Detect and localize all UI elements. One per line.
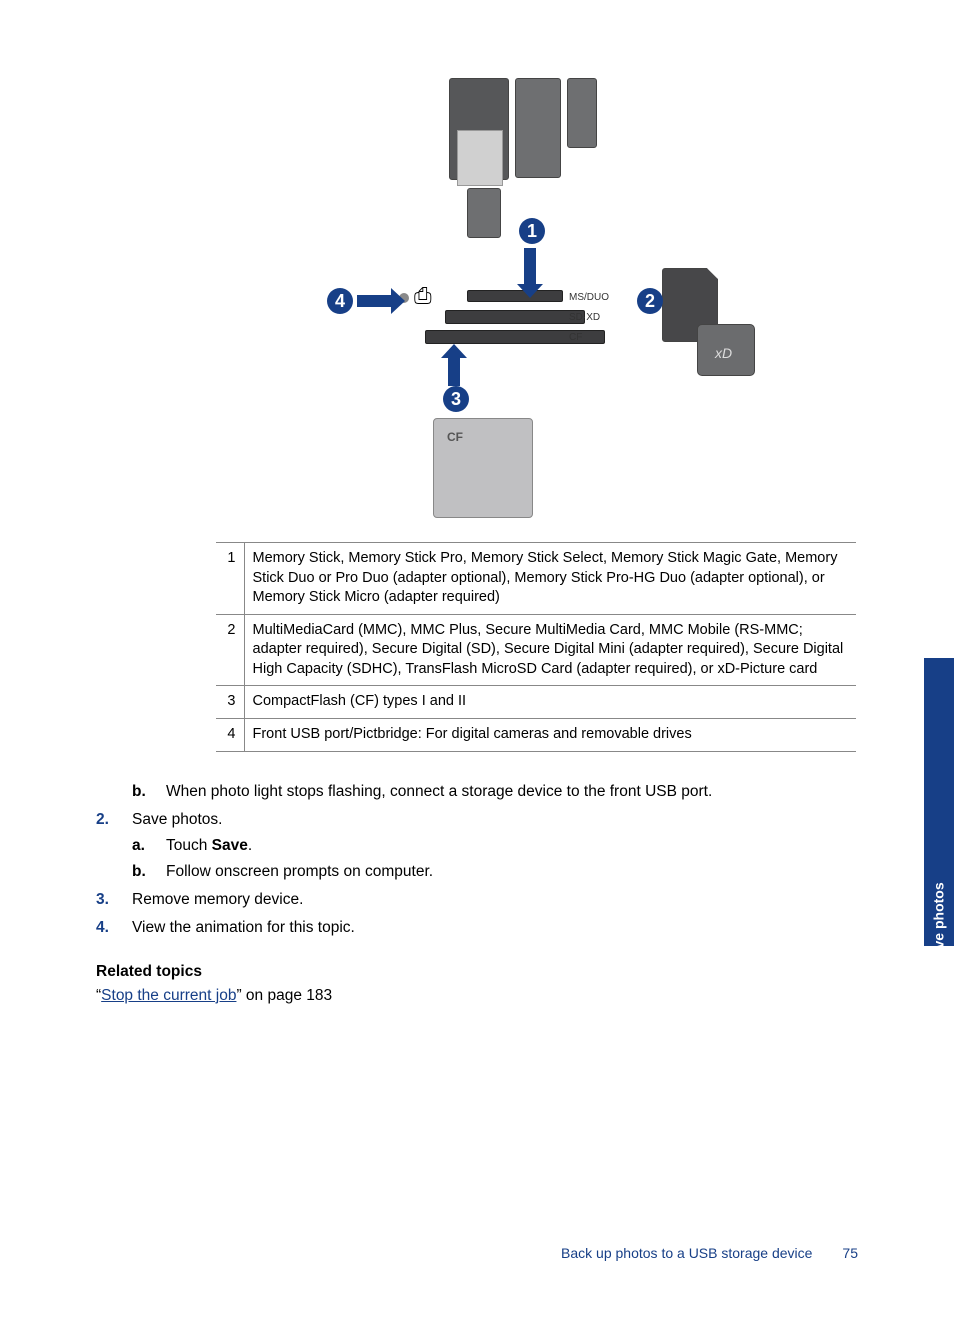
chapter-tab: Save photos	[924, 658, 954, 946]
legend-row: 1 Memory Stick, Memory Stick Pro, Memory…	[216, 543, 856, 615]
footer-title: Back up photos to a USB storage device	[561, 1245, 812, 1261]
related-topics-heading: Related topics	[96, 960, 858, 984]
slot-label-msduo: MS/DUO	[569, 292, 609, 303]
legend-text: CompactFlash (CF) types I and II	[244, 686, 856, 719]
substep-label: b.	[132, 860, 146, 884]
legend-num: 4	[216, 718, 244, 751]
legend-row: 2 MultiMediaCard (MMC), MMC Plus, Secure…	[216, 614, 856, 686]
step-2-text: Save photos.	[132, 811, 222, 828]
legend-row: 4 Front USB port/Pictbridge: For digital…	[216, 718, 856, 751]
legend-num: 1	[216, 543, 244, 615]
legend-text: MultiMediaCard (MMC), MMC Plus, Secure M…	[244, 614, 856, 686]
legend-table: 1 Memory Stick, Memory Stick Pro, Memory…	[216, 542, 856, 752]
legend-text: Front USB port/Pictbridge: For digital c…	[244, 718, 856, 751]
cf-card-label: CF	[447, 430, 463, 444]
xd-card-label: xD	[715, 345, 732, 361]
callout-2: 2	[637, 288, 663, 314]
pictbridge-icon: ⎙	[414, 283, 436, 305]
slot-label-cf: CF	[569, 332, 582, 343]
step-2a-text: Touch Save.	[166, 837, 252, 854]
step-4-text: View the animation for this topic.	[132, 919, 355, 936]
substep-label: a.	[132, 834, 145, 858]
step-3-text: Remove memory device.	[132, 891, 303, 908]
related-link[interactable]: Stop the current job	[101, 987, 236, 1004]
callout-4: 4	[327, 288, 353, 314]
instruction-body: b. When photo light stops flashing, conn…	[96, 780, 858, 1008]
substep-label: b.	[132, 780, 146, 804]
legend-text: Memory Stick, Memory Stick Pro, Memory S…	[244, 543, 856, 615]
legend-num: 2	[216, 614, 244, 686]
legend-row: 3 CompactFlash (CF) types I and II	[216, 686, 856, 719]
page-number: 75	[842, 1245, 858, 1261]
step-number: 3.	[96, 888, 109, 912]
related-topic-line: “Stop the current job” on page 183	[96, 984, 858, 1008]
slot-label-sdxd: SD·XD	[569, 312, 600, 323]
memory-card-diagram: ⎙ MS/DUO SD·XD CF xD CF 1 2 3 4	[216, 70, 858, 530]
legend-num: 3	[216, 686, 244, 719]
step-number: 4.	[96, 916, 109, 940]
callout-1: 1	[519, 218, 545, 244]
step-number: 2.	[96, 808, 109, 832]
step-1b-text: When photo light stops flashing, connect…	[166, 783, 712, 800]
page-footer: Back up photos to a USB storage device 7…	[0, 1245, 954, 1261]
chapter-tab-label: Save photos	[931, 882, 947, 965]
callout-3: 3	[443, 386, 469, 412]
step-2b-text: Follow onscreen prompts on computer.	[166, 863, 433, 880]
